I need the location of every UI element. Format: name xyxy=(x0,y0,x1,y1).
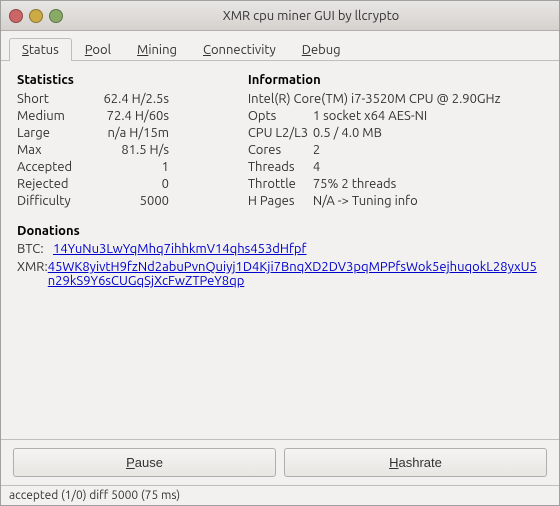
window-title: XMR cpu miner GUI by llcrypto xyxy=(71,9,551,23)
medium-value: 72.4 H/60s xyxy=(89,109,169,123)
tab-debug-label: Debug xyxy=(302,43,341,57)
tab-mining[interactable]: Mining xyxy=(124,38,190,61)
information-column: Information Intel(R) Core(TM) i7-3520M C… xyxy=(248,73,543,210)
difficulty-label: Difficulty xyxy=(17,194,89,208)
threads-value: 4 xyxy=(313,160,320,174)
titlebar: XMR cpu miner GUI by llcrypto xyxy=(1,1,559,31)
tab-status[interactable]: Status xyxy=(9,38,72,61)
tab-pool[interactable]: Pool xyxy=(72,38,124,61)
short-value: 62.4 H/2.5s xyxy=(89,92,169,106)
table-row: Intel(R) Core(TM) i7-3520M CPU @ 2.90GHz xyxy=(248,91,543,107)
large-label: Large xyxy=(17,126,89,140)
tab-connectivity-label: Connectivity xyxy=(203,43,276,57)
table-row: Short 62.4 H/2.5s xyxy=(17,91,228,107)
table-row: Large n/a H/15m xyxy=(17,125,228,141)
hpages-label: H Pages xyxy=(248,194,313,208)
table-row: CPU L2/L3 0.5 / 4.0 MB xyxy=(248,125,543,141)
table-row: Threads 4 xyxy=(248,159,543,175)
table-row: Max 81.5 H/s xyxy=(17,142,228,158)
cores-label: Cores xyxy=(248,143,313,157)
large-value: n/a H/15m xyxy=(89,126,169,140)
table-row: Rejected 0 xyxy=(17,176,228,192)
rejected-label: Rejected xyxy=(17,177,89,191)
minimize-button[interactable] xyxy=(29,9,43,23)
table-row: Medium 72.4 H/60s xyxy=(17,108,228,124)
threads-label: Threads xyxy=(248,160,313,174)
throttle-value: 75% 2 threads xyxy=(313,177,396,191)
short-label: Short xyxy=(17,92,89,106)
statusbar-text: accepted (1/0) diff 5000 (75 ms) xyxy=(9,489,180,502)
max-label: Max xyxy=(17,143,89,157)
btc-donation-row: BTC: 14YuNu3LwYqMhq7ihhkmV14qhs453dHfpf xyxy=(17,242,543,256)
main-content: Statistics Short 62.4 H/2.5s Medium 72.4… xyxy=(1,61,559,439)
table-row: H Pages N/A -> Tuning info xyxy=(248,193,543,209)
cores-value: 2 xyxy=(313,143,320,157)
difficulty-value: 5000 xyxy=(89,194,169,208)
table-row: Opts 1 socket x64 AES-NI xyxy=(248,108,543,124)
opts-label: Opts xyxy=(248,109,313,123)
statusbar: accepted (1/0) diff 5000 (75 ms) xyxy=(1,485,559,505)
information-title: Information xyxy=(248,73,543,87)
hpages-value: N/A -> Tuning info xyxy=(313,194,418,208)
throttle-label: Throttle xyxy=(248,177,313,191)
pause-button[interactable]: Pause xyxy=(13,448,276,477)
maximize-button[interactable] xyxy=(49,9,63,23)
table-row: Accepted 1 xyxy=(17,159,228,175)
accepted-label: Accepted xyxy=(17,160,89,174)
btc-address[interactable]: 14YuNu3LwYqMhq7ihhkmV14qhs453dHfpf xyxy=(53,242,306,256)
opts-value: 1 socket x64 AES-NI xyxy=(313,109,427,123)
tab-mining-label: Mining xyxy=(137,43,177,57)
hashrate-button[interactable]: Hashrate xyxy=(284,448,547,477)
tab-connectivity[interactable]: Connectivity xyxy=(190,38,289,61)
window-controls xyxy=(9,9,63,23)
statistics-title: Statistics xyxy=(17,73,228,87)
tab-bar: Status Pool Mining Connectivity Debug xyxy=(1,31,559,61)
cpu-model: Intel(R) Core(TM) i7-3520M CPU @ 2.90GHz xyxy=(248,92,501,106)
table-row: Throttle 75% 2 threads xyxy=(248,176,543,192)
statistics-column: Statistics Short 62.4 H/2.5s Medium 72.4… xyxy=(17,73,228,210)
donations-title: Donations xyxy=(17,224,543,238)
stats-info-section: Statistics Short 62.4 H/2.5s Medium 72.4… xyxy=(17,73,543,210)
max-value: 81.5 H/s xyxy=(89,143,169,157)
close-button[interactable] xyxy=(9,9,23,23)
rejected-value: 0 xyxy=(89,177,169,191)
donations-section: Donations BTC: 14YuNu3LwYqMhq7ihhkmV14qh… xyxy=(17,224,543,288)
table-row: Cores 2 xyxy=(248,142,543,158)
xmr-donation-row: XMR: 45WK8yivtH9fzNd2abuPvnQuiyj1D4Kji7B… xyxy=(17,260,543,288)
xmr-label: XMR: xyxy=(17,260,48,274)
tab-status-label: Status xyxy=(22,43,59,57)
accepted-value: 1 xyxy=(89,160,169,174)
tab-debug[interactable]: Debug xyxy=(289,38,354,61)
tab-pool-label: Pool xyxy=(85,43,111,57)
cpu-l2l3-value: 0.5 / 4.0 MB xyxy=(313,126,382,140)
main-window: XMR cpu miner GUI by llcrypto Status Poo… xyxy=(0,0,560,506)
btc-label: BTC: xyxy=(17,242,53,256)
buttons-bar: Pause Hashrate xyxy=(1,439,559,485)
table-row: Difficulty 5000 xyxy=(17,193,228,209)
medium-label: Medium xyxy=(17,109,89,123)
xmr-address[interactable]: 45WK8yivtH9fzNd2abuPvnQuiyj1D4Kji7BnqXD2… xyxy=(48,260,543,288)
cpu-l2l3-label: CPU L2/L3 xyxy=(248,126,313,140)
